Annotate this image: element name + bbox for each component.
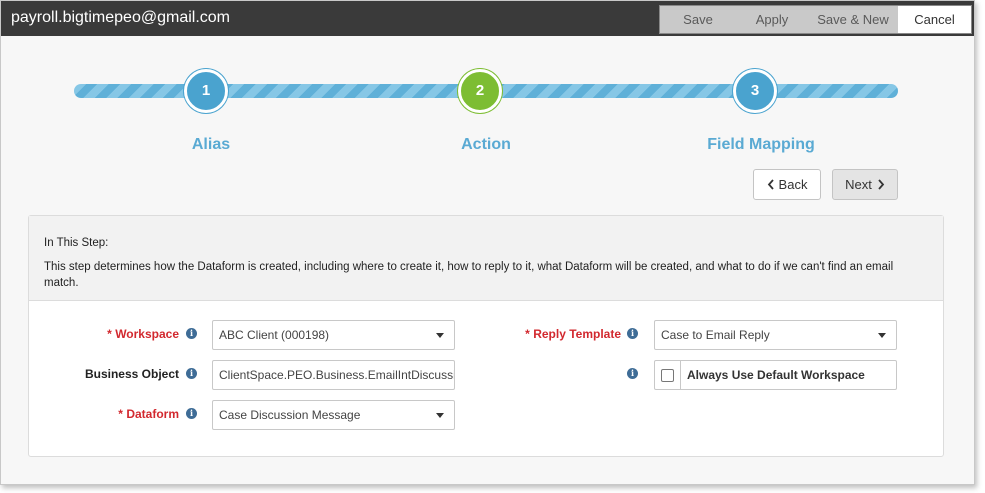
window-title: payroll.bigtimepeo@gmail.com [11,9,230,26]
dataform-value: Case Discussion Message [219,408,361,422]
info-icon[interactable]: i [627,368,638,379]
step-1-circle[interactable]: 1 [184,69,228,113]
dialog-window: payroll.bigtimepeo@gmail.com Save Apply … [0,0,975,485]
back-label: Back [778,177,808,192]
business-object-label-text: Business Object [84,367,179,381]
caret-down-icon [436,333,444,338]
reply-template-select[interactable]: Case to Email Reply [654,320,897,350]
action-button-group: Save Apply Save & New Cancel [659,5,972,34]
step-2-circle[interactable]: 2 [458,69,502,113]
step-info-title: In This Step: [44,237,109,249]
checkbox-box[interactable] [661,369,674,382]
next-button[interactable]: Next [832,169,898,200]
info-icon[interactable]: i [186,328,197,339]
caret-down-icon [436,413,444,418]
info-icon[interactable]: i [186,408,197,419]
required-mark: * [118,407,123,421]
required-mark: * [107,327,112,341]
step-info-description: This step determines how the Dataform is… [44,261,894,289]
required-mark: * [525,327,530,341]
apply-button[interactable]: Apply [736,6,808,33]
dataform-label: * Dataform [79,407,179,421]
step-3-circle[interactable]: 3 [733,69,777,113]
workspace-value: ABC Client (000198) [219,328,330,342]
dataform-label-text: Dataform [126,407,179,421]
back-button[interactable]: Back [753,169,821,200]
always-default-workspace-label: Always Use Default Workspace [687,368,865,382]
workspace-select[interactable]: ABC Client (000198) [212,320,455,350]
save-button[interactable]: Save [660,6,736,33]
chevron-right-icon [878,179,885,190]
step-1-label: Alias [191,136,231,153]
reply-template-value: Case to Email Reply [661,328,770,342]
workspace-label-text: Workspace [115,327,179,341]
step-panel: In This Step: This step determines how t… [28,215,944,457]
step-info-header: In This Step: This step determines how t… [29,216,943,301]
caret-down-icon [878,333,886,338]
info-icon[interactable]: i [186,368,197,379]
step-3-label: Field Mapping [707,136,815,153]
dataform-select[interactable]: Case Discussion Message [212,400,455,430]
info-icon[interactable]: i [627,328,638,339]
step-2-label: Action [461,136,511,153]
business-object-label: Business Object [59,367,179,381]
save-and-new-button[interactable]: Save & New [808,6,898,33]
cancel-button[interactable]: Cancel [898,6,971,33]
next-label: Next [845,177,872,192]
workspace-label: * Workspace [79,327,179,341]
business-object-value: ClientSpace.PEO.Business.EmailIntDiscuss… [219,368,455,382]
title-bar: payroll.bigtimepeo@gmail.com Save Apply … [1,1,974,36]
always-default-workspace-checkbox[interactable]: Always Use Default Workspace [654,360,897,390]
chevron-left-icon [767,179,774,190]
reply-template-label-text: Reply Template [533,327,621,341]
reply-template-label: * Reply Template [469,327,621,341]
checkbox-divider [680,361,681,389]
business-object-input[interactable]: ClientSpace.PEO.Business.EmailIntDiscuss… [212,360,455,390]
